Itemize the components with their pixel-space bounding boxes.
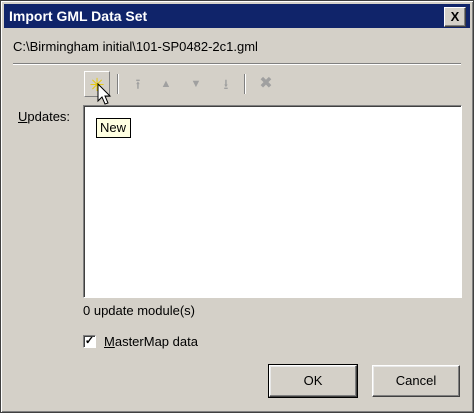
move-bottom-icon: ⭳: [223, 76, 229, 92]
mastermap-accesskey: M: [104, 334, 115, 349]
cancel-button[interactable]: Cancel: [372, 365, 460, 397]
close-button[interactable]: X: [444, 7, 466, 27]
move-bottom-button[interactable]: ⭳: [213, 71, 239, 97]
updates-label-text: pdates:: [27, 109, 71, 124]
ok-button[interactable]: OK: [268, 364, 358, 398]
move-up-icon: ▲: [160, 78, 172, 90]
move-top-button[interactable]: ⭱: [125, 71, 151, 97]
title-bar[interactable]: Import GML Data Set X: [4, 4, 470, 28]
file-path-label: C:\Birmingham initial\101-SP0482-2c1.gml: [13, 39, 258, 54]
move-up-button[interactable]: ▲: [153, 71, 179, 97]
import-gml-dialog: Import GML Data Set X C:\Birmingham init…: [0, 0, 474, 413]
mastermap-checkbox[interactable]: ✓: [83, 335, 96, 348]
dialog-title: Import GML Data Set: [9, 8, 148, 24]
updates-accesskey: U: [18, 109, 28, 124]
move-down-button[interactable]: ▼: [183, 71, 209, 97]
move-down-icon: ▼: [190, 78, 202, 90]
updates-list[interactable]: [83, 105, 462, 298]
mastermap-label-text: asterMap data: [114, 334, 198, 349]
mouse-pointer-icon: [97, 83, 112, 105]
mastermap-label[interactable]: MasterMap data: [104, 334, 198, 349]
update-module-count: 0 update module(s): [83, 303, 196, 318]
move-top-icon: ⭱: [135, 76, 141, 92]
updates-label: Updates:: [18, 109, 70, 124]
delete-x-icon: ✖: [259, 75, 273, 92]
delete-button[interactable]: ✖: [253, 71, 279, 97]
toolbar-separator: [244, 74, 246, 94]
new-tooltip: New: [96, 118, 132, 138]
toolbar-separator: [117, 74, 119, 94]
separator-line: [13, 63, 461, 65]
